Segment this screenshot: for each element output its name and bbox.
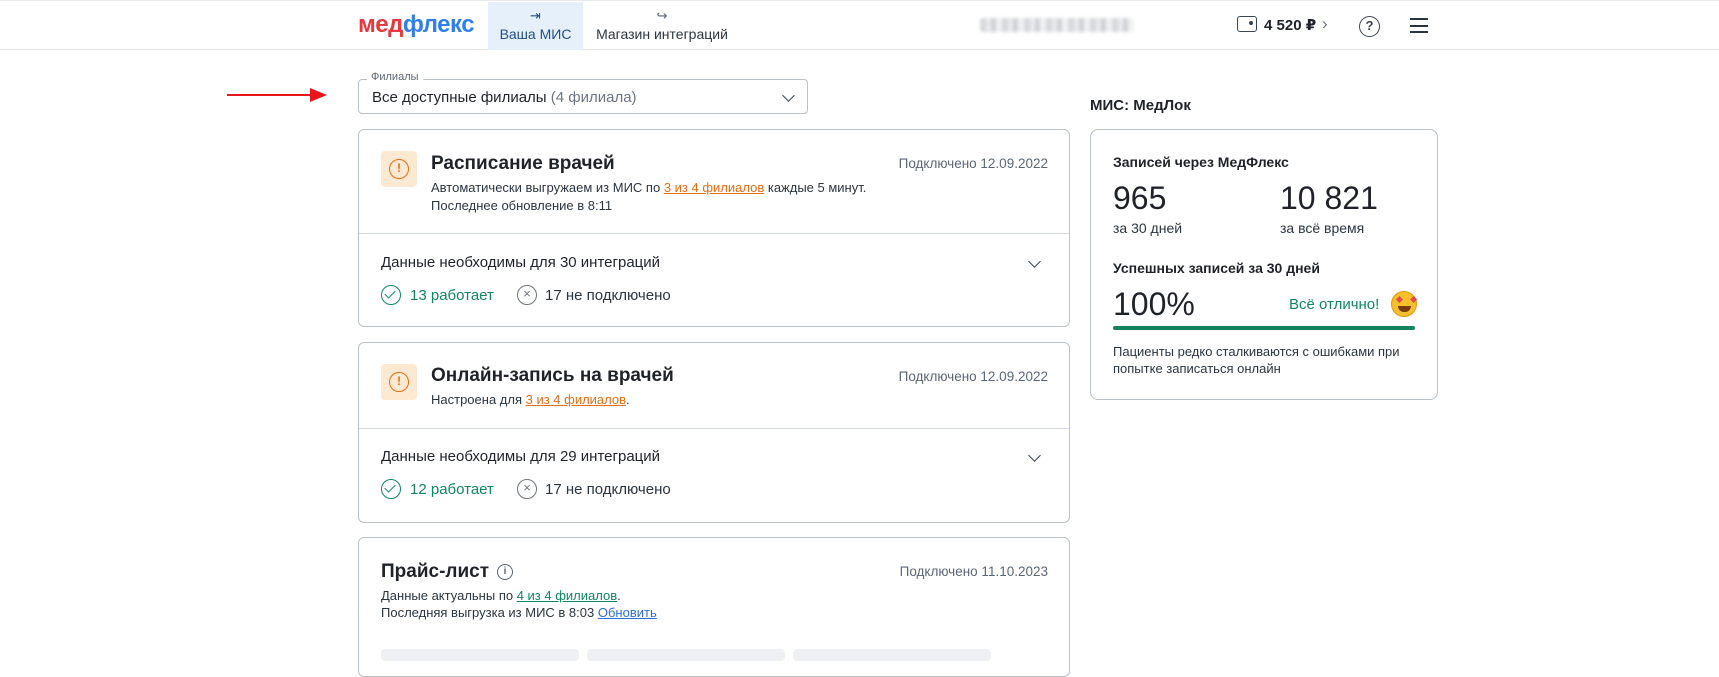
logo-part1: мед xyxy=(358,11,403,38)
success-label: Успешных записей за 30 дней xyxy=(1113,260,1320,276)
blurred-user-name xyxy=(980,18,1134,32)
x-circle-icon: × xyxy=(517,285,537,305)
card-doctor-schedule: Расписание врачей Подключено 12.09.2022 … xyxy=(358,129,1070,327)
card-description-text: Автоматически выгружаем из МИС по xyxy=(431,180,664,195)
warning-icon xyxy=(381,364,417,400)
bookings-all-time-value: 10 821 xyxy=(1280,180,1378,216)
x-circle-icon: × xyxy=(517,479,537,499)
card-connected-date: Подключено 12.09.2022 xyxy=(898,369,1048,384)
branches-select[interactable]: Филиалы Все доступные филиалы (4 филиала… xyxy=(358,71,808,114)
mis-title: МИС: МедЛок xyxy=(1090,97,1191,114)
check-circle-icon xyxy=(381,479,401,499)
card-connected-date: Подключено 12.09.2022 xyxy=(898,156,1048,171)
tab-label: Ваша МИС xyxy=(499,26,572,42)
card-description-suffix: каждые 5 минут. xyxy=(764,180,867,195)
card-online-booking: Онлайн-запись на врачей Подключено 12.09… xyxy=(358,342,1070,523)
placeholder-chip xyxy=(793,649,991,661)
divider xyxy=(359,428,1069,429)
card-description: Настроена для 3 из 4 филиалов. xyxy=(431,392,630,407)
star-struck-emoji-icon xyxy=(1391,291,1417,317)
bookings-all-time-label: за всё время xyxy=(1280,220,1365,236)
tab-integration-store[interactable]: ↪ Магазин интеграций xyxy=(592,2,732,50)
wallet-icon[interactable] xyxy=(1237,16,1257,32)
balance-amount[interactable]: 4 520 ₽ xyxy=(1264,16,1316,34)
refresh-link[interactable]: Обновить xyxy=(598,605,657,620)
integrations-needed-toggle[interactable]: Данные необходимы для 29 интеграций xyxy=(381,448,660,465)
info-icon[interactable]: i xyxy=(497,564,513,580)
branches-link[interactable]: 4 из 4 филиалов xyxy=(517,588,617,603)
chevron-right-icon[interactable]: › xyxy=(1322,14,1328,34)
top-header: медфлекс ⇥ Ваша МИС ↪ Магазин интеграций… xyxy=(0,0,1719,50)
working-count: 13 работает xyxy=(410,287,494,304)
chevron-down-icon xyxy=(782,89,795,102)
logo-part2: флекс xyxy=(402,11,475,38)
tab-label: Магазин интеграций xyxy=(596,26,728,42)
card-title: Расписание врачей xyxy=(431,153,615,174)
branches-count: (4 филиала) xyxy=(550,89,637,106)
placeholder-chip xyxy=(381,649,579,661)
placeholder-chip xyxy=(587,649,785,661)
login-icon: ⇥ xyxy=(530,8,541,23)
card-description: Данные актуальны по 4 из 4 филиалов. xyxy=(381,588,621,603)
integrations-needed-toggle[interactable]: Данные необходимы для 30 интеграций xyxy=(381,254,660,271)
card-connected-date: Подключено 11.10.2023 xyxy=(899,564,1048,579)
chevron-down-icon[interactable] xyxy=(1028,449,1041,462)
not-connected-count: 17 не подключено xyxy=(545,287,671,304)
help-icon[interactable]: ? xyxy=(1359,16,1380,37)
red-arrow-annotation xyxy=(227,94,319,96)
hamburger-menu-icon[interactable] xyxy=(1410,18,1428,33)
card-last-update: Последнее обновление в 8:11 xyxy=(431,198,613,213)
bookings-30-days-value: 965 xyxy=(1113,180,1167,216)
card-description: Автоматически выгружаем из МИС по 3 из 4… xyxy=(431,180,866,195)
branches-legend: Филиалы xyxy=(367,71,423,83)
card-last-upload: Последняя выгрузка из МИС в 8:03 Обновит… xyxy=(381,605,657,620)
branches-value: Все доступные филиалы (4 филиала) xyxy=(372,89,637,106)
bookings-label: Записей через МедФлекс xyxy=(1113,154,1289,170)
success-progress-fill xyxy=(1113,326,1415,330)
divider xyxy=(359,233,1069,234)
success-value: 100% xyxy=(1113,286,1195,322)
branches-value-text: Все доступные филиалы xyxy=(372,89,547,106)
branches-link[interactable]: 3 из 4 филиалов xyxy=(664,180,764,195)
card-description-suffix: . xyxy=(617,588,621,603)
chevron-down-icon[interactable] xyxy=(1028,255,1041,268)
branches-link[interactable]: 3 из 4 филиалов xyxy=(526,392,626,407)
working-count: 12 работает xyxy=(410,481,494,498)
card-title: Онлайн-запись на врачей xyxy=(431,365,674,386)
success-note: Пациенты редко сталкиваются с ошибками п… xyxy=(1113,344,1400,376)
success-status: Всё отлично! xyxy=(1289,296,1380,313)
card-description-text: Данные актуальны по xyxy=(381,588,517,603)
logout-icon: ↪ xyxy=(656,8,668,23)
tab-your-mis[interactable]: ⇥ Ваша МИС xyxy=(488,2,583,50)
logo[interactable]: медфлекс xyxy=(358,11,475,39)
card-title: Прайс-лист xyxy=(381,561,490,582)
check-circle-icon xyxy=(381,285,401,305)
card-price-list: Прайс-лист i Подключено 11.10.2023 Данны… xyxy=(358,537,1070,677)
bookings-30-days-label: за 30 дней xyxy=(1113,220,1183,236)
card-description-suffix: . xyxy=(626,392,630,407)
not-connected-count: 17 не подключено xyxy=(545,481,671,498)
warning-icon xyxy=(381,151,417,187)
booking-stats-card: Записей через МедФлекс 965 за 30 дней 10… xyxy=(1090,129,1438,400)
card-description-text: Настроена для xyxy=(431,392,526,407)
last-upload-text: Последняя выгрузка из МИС в 8:03 xyxy=(381,605,598,620)
red-arrow-head xyxy=(310,88,327,102)
success-progress-bar xyxy=(1113,326,1415,330)
